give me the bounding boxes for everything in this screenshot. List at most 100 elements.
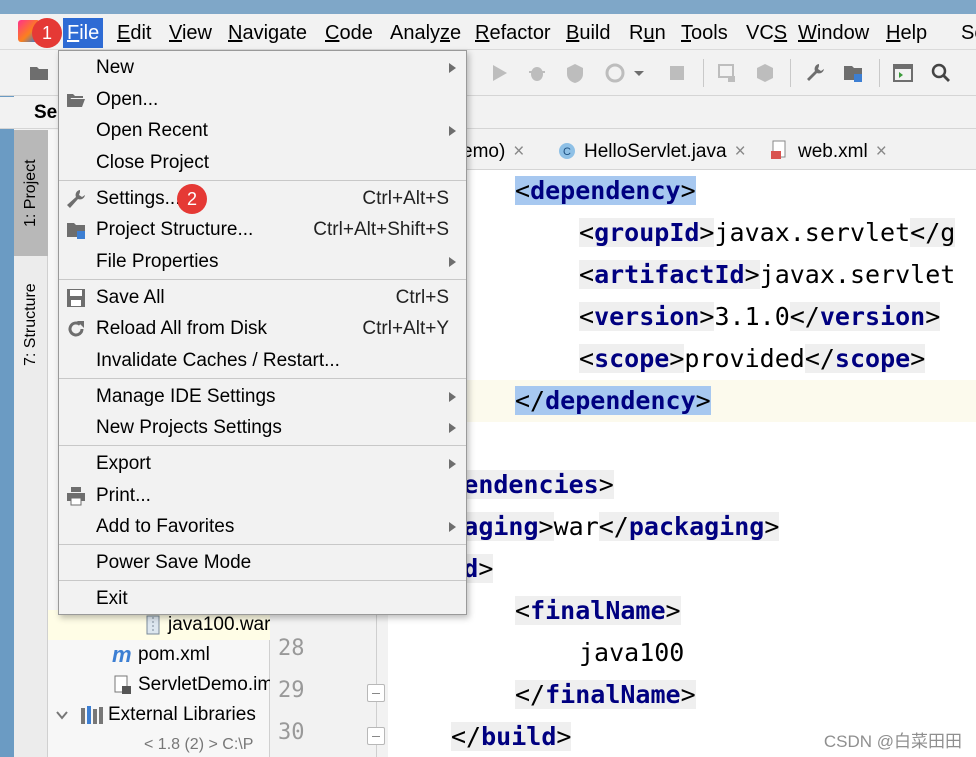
toolbar-separator <box>879 59 880 87</box>
tool-window-strip: 1: Project 7: Structure <box>14 130 48 757</box>
profile-icon[interactable] <box>604 62 626 84</box>
menu-window[interactable]: Window <box>794 18 873 48</box>
menu-code[interactable]: Code <box>321 18 377 48</box>
tool-tab-project-label: 1: Project <box>22 159 39 227</box>
tab-label: HelloServlet.java <box>584 141 727 162</box>
menu-navigate[interactable]: Navigate <box>224 18 311 48</box>
menu-item-project-structure[interactable]: Project Structure... Ctrl+Alt+Shift+S <box>59 214 466 246</box>
tool-tab-project[interactable]: 1: Project <box>14 130 48 256</box>
window-left-edge <box>0 50 14 757</box>
line-number: 28 <box>278 636 305 661</box>
tree-item-external-libraries[interactable]: External Libraries <box>48 700 270 730</box>
run-icon[interactable] <box>488 62 510 84</box>
fold-marker-icon[interactable] <box>367 727 385 745</box>
tab-pom-xml[interactable]: emo) × <box>462 138 524 166</box>
menu-item-manage-ide-settings[interactable]: Manage IDE Settings <box>59 381 466 413</box>
coverage-icon[interactable] <box>564 62 586 84</box>
code-line: <packaging>war</packaging> <box>388 506 976 548</box>
menu-item-new-projects-settings[interactable]: New Projects Settings <box>59 412 466 444</box>
tree-item-iml[interactable]: ServletDemo.iml <box>48 670 270 700</box>
tab-helloservlet-java[interactable]: C HelloServlet.java × <box>558 138 746 166</box>
step-2-badge: 2 <box>177 184 207 214</box>
menu-item-new[interactable]: New <box>59 52 466 84</box>
attach-debugger-icon[interactable] <box>716 62 738 84</box>
tab-label: emo) <box>462 141 506 162</box>
submenu-arrow-icon <box>449 459 456 469</box>
project-structure-icon <box>67 223 85 239</box>
menu-refactor[interactable]: Refactor <box>471 18 555 48</box>
code-line: <dependency> <box>515 176 696 205</box>
build-artifact-icon[interactable] <box>754 62 776 84</box>
java-class-icon: C <box>559 143 575 159</box>
submenu-arrow-icon <box>449 257 456 267</box>
menu-item-open[interactable]: Open... <box>59 84 466 116</box>
tree-item-jdk[interactable]: < 1.8 (2) > C:\P <box>48 730 270 757</box>
menu-item-print[interactable]: Print... <box>59 480 466 512</box>
menu-separator <box>59 445 466 446</box>
printer-icon <box>67 487 85 506</box>
menu-item-exit[interactable]: Exit <box>59 583 466 615</box>
close-icon[interactable]: × <box>876 141 887 162</box>
line-number: 29 <box>278 678 305 703</box>
tree-item-label: pom.xml <box>138 644 210 665</box>
menu-run[interactable]: Run <box>625 18 670 48</box>
tree-item-label: ServletDemo.iml <box>138 674 270 695</box>
menu-tools[interactable]: Tools <box>677 18 732 48</box>
submenu-arrow-icon <box>449 126 456 136</box>
archive-icon <box>146 615 160 635</box>
menu-item-save-all[interactable]: Save All Ctrl+S <box>59 282 466 314</box>
menu-file[interactable]: File <box>63 18 104 48</box>
tool-tab-structure-label: 7: Structure <box>22 283 39 367</box>
menu-title-overflow: Se <box>961 22 976 44</box>
menu-item-power-save-mode[interactable]: Power Save Mode <box>59 547 466 579</box>
menu-edit[interactable]: Edit <box>113 18 155 48</box>
submenu-arrow-icon <box>449 423 456 433</box>
close-icon[interactable]: × <box>735 141 746 162</box>
menu-separator <box>59 378 466 379</box>
tool-tab-structure[interactable]: 7: Structure <box>14 265 48 385</box>
chevron-down-icon[interactable] <box>632 62 646 84</box>
menu-item-open-recent[interactable]: Open Recent <box>59 115 466 147</box>
code-line: </dependencies> <box>388 464 976 506</box>
code-line-current: </dependency> <box>388 380 976 422</box>
stop-icon[interactable] <box>666 62 688 84</box>
menu-analyze[interactable]: Analyze <box>386 18 465 48</box>
step-1-badge: 1 <box>32 18 62 48</box>
tree-item-pom[interactable]: m pom.xml <box>48 640 270 670</box>
menubar: 1 File Edit View Navigate Code Analyze R… <box>0 14 976 50</box>
code-line: <artifactId>javax.servlet <box>579 260 956 289</box>
maven-icon: m <box>112 642 132 667</box>
project-structure-icon[interactable] <box>842 62 864 84</box>
menu-build[interactable]: Build <box>562 18 614 48</box>
menu-item-reload-all[interactable]: Reload All from Disk Ctrl+Alt+Y <box>59 313 466 345</box>
code-line: <build> <box>388 548 976 590</box>
chevron-down-icon[interactable] <box>56 710 68 720</box>
wrench-icon[interactable] <box>804 62 826 84</box>
terminal-window-icon[interactable] <box>892 62 914 84</box>
menu-item-close-project[interactable]: Close Project <box>59 147 466 179</box>
tab-web-xml[interactable]: web.xml × <box>770 138 887 166</box>
tab-label: web.xml <box>798 141 868 162</box>
xml-file-icon <box>771 140 786 159</box>
wrench-icon <box>67 190 85 208</box>
open-folder-icon[interactable] <box>28 62 50 84</box>
window-top-strip <box>0 0 976 14</box>
close-icon[interactable]: × <box>513 141 524 162</box>
toolbar-separator <box>790 59 791 87</box>
fold-marker-icon[interactable] <box>367 684 385 702</box>
menu-view[interactable]: View <box>165 18 216 48</box>
code-line: <scope>provided</scope> <box>579 344 926 373</box>
code-editor[interactable]: <dependency> <groupId>javax.servlet</g <… <box>388 170 976 757</box>
debug-icon[interactable] <box>526 62 548 84</box>
menu-item-add-to-favorites[interactable]: Add to Favorites <box>59 511 466 543</box>
menu-item-file-properties[interactable]: File Properties <box>59 246 466 278</box>
watermark: CSDN @白菜田田 <box>823 732 962 751</box>
search-icon[interactable] <box>930 62 952 84</box>
menu-item-invalidate-caches[interactable]: Invalidate Caches / Restart... <box>59 345 466 377</box>
code-line: java100 <box>579 638 685 667</box>
menu-item-export[interactable]: Export <box>59 448 466 480</box>
save-icon <box>67 289 85 307</box>
menu-help[interactable]: Help <box>882 18 931 48</box>
menu-item-settings[interactable]: Settings... Ctrl+Alt+S <box>59 183 466 215</box>
menu-vcs[interactable]: VCS <box>742 18 791 48</box>
